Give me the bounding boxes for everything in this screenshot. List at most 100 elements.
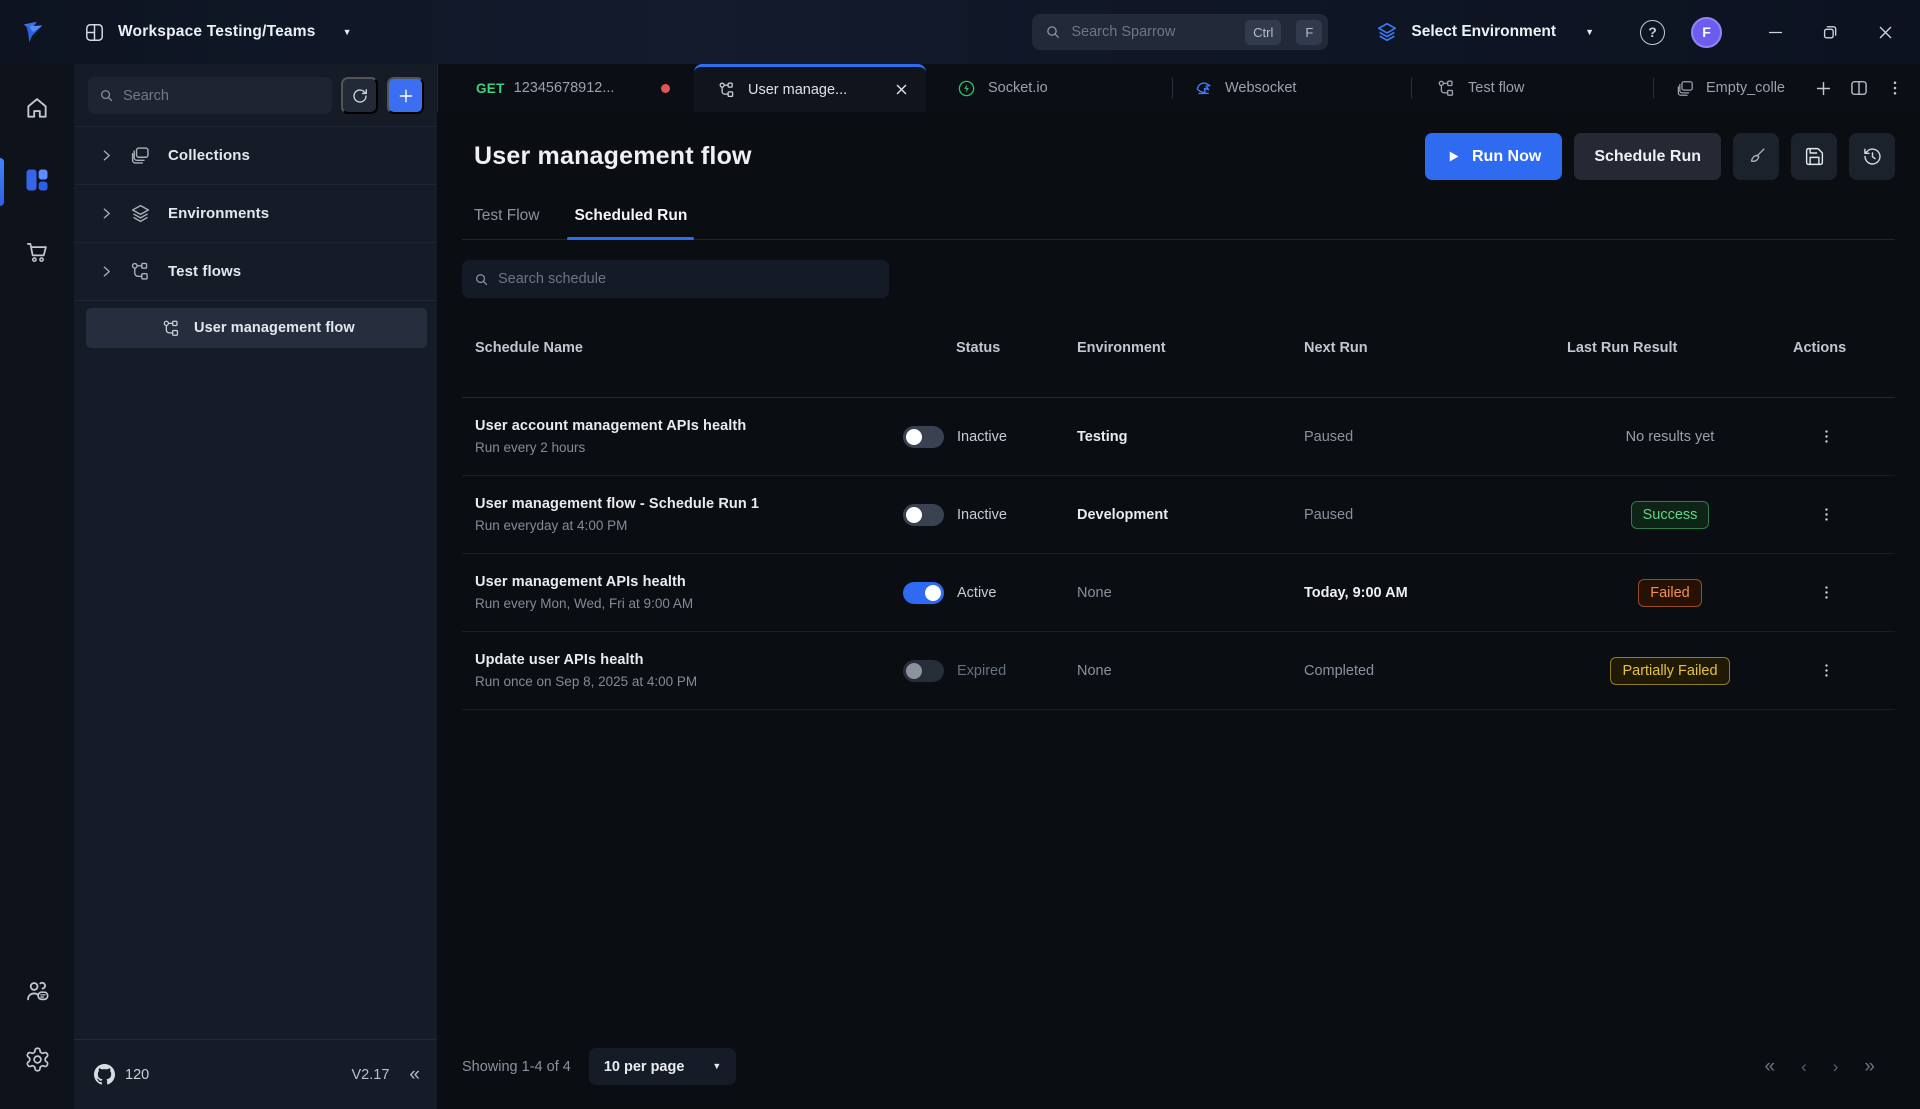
schedule-name: User management flow - Schedule Run 1 [475,496,760,512]
sidebar-item-environments[interactable]: Environments [74,185,437,243]
tab-close-button[interactable] [890,79,912,101]
chevron-right-icon [103,150,110,161]
schedule-recurrence: Run every Mon, Wed, Fri at 9:00 AM [475,596,694,611]
environment-selector-label: Select Environment [1411,23,1557,40]
tab-test-flow-view[interactable]: Test Flow [474,207,539,239]
row-actions-menu-button[interactable] [1813,502,1839,528]
tab-test-flow[interactable]: Test flow [1412,64,1653,112]
environment-value: Development [1077,506,1169,523]
workspace-selector[interactable]: Workspace Testing/Teams ▼ [84,22,351,43]
sidebar-search-input[interactable] [123,87,321,104]
plus-icon [399,89,412,102]
last-page-button[interactable]: » [1864,1057,1875,1076]
app-window: Workspace Testing/Teams ▼ Ctrl F [0,0,1920,1109]
previous-page-button[interactable]: ‹ [1801,1058,1807,1075]
sidebar-item-user-management-flow[interactable]: User management flow [86,308,427,348]
last-run-result: No results yet [1625,428,1715,445]
run-now-button[interactable]: Run Now [1424,133,1563,180]
sidebar-footer: 120 V2.17 « [74,1039,437,1109]
row-actions-menu-button[interactable] [1813,580,1839,606]
tab-scheduled-run-view[interactable]: Scheduled Run [567,207,695,240]
schedules-table: Schedule Name Status Environment Next Ru… [462,298,1895,710]
tab-socket-io[interactable]: Socket.io [926,64,1172,112]
global-search[interactable]: Ctrl F [1032,14,1329,50]
tab-websocket[interactable]: Websocket [1173,64,1411,112]
schedule-recurrence: Run once on Sep 8, 2025 at 4:00 PM [475,674,698,689]
help-button[interactable]: ? [1640,19,1665,45]
avatar-initial: F [1702,24,1711,40]
status-toggle[interactable] [903,581,944,604]
sidebar-item-label: Collections [168,147,250,164]
last-run-result-badge: Partially Failed [1610,656,1730,685]
save-button[interactable] [1791,133,1837,180]
tab-user-management-flow[interactable]: User manage... [694,64,926,112]
sidebar-search[interactable] [88,77,332,114]
status-toggle [903,659,944,682]
tab-label: Socket.io [988,80,1048,96]
kebab-menu-icon [1893,81,1897,95]
row-actions-menu-button[interactable] [1813,424,1839,450]
table-row: User management flow - Schedule Run 1 Ru… [462,476,1895,554]
next-page-button[interactable]: › [1833,1058,1839,1075]
last-run-result-badge: Success [1630,500,1710,529]
schedule-name: Update user APIs health [475,652,644,668]
window-restore-button[interactable] [1817,19,1843,45]
unsaved-indicator-dot [661,83,670,93]
column-header-status: Status [956,339,1001,356]
clear-flow-button[interactable] [1733,133,1779,180]
schedule-run-button[interactable]: Schedule Run [1574,133,1721,180]
column-header-last-run-result: Last Run Result [1567,339,1678,356]
sidebar-item-test-flows[interactable]: Test flows [74,243,437,301]
plus-icon [1816,81,1830,95]
column-header-actions: Actions [1793,339,1847,356]
column-header-environment: Environment [1077,339,1166,356]
per-page-select[interactable]: 10 per page ▼ [588,1048,737,1085]
topbar: Workspace Testing/Teams ▼ Ctrl F [0,0,1920,64]
tab-overflow-menu-button[interactable] [1882,75,1908,101]
github-icon[interactable] [94,1064,115,1085]
avatar[interactable]: F [1691,16,1722,48]
status-toggle[interactable] [903,425,944,448]
rail-workspace-button[interactable] [23,166,51,194]
environment-selector[interactable]: Select Environment ▼ [1376,21,1594,43]
sidebar-collapse-button[interactable]: « [409,1065,420,1084]
table-row: User account management APIs health Run … [462,398,1895,476]
window-close-button[interactable] [1872,19,1898,45]
rail-home-button[interactable] [23,94,51,122]
next-run-value: Paused [1304,506,1354,523]
per-page-value: 10 per page [603,1058,685,1075]
results-count: Showing 1-4 of 4 [462,1058,571,1075]
status-toggle[interactable] [903,503,944,526]
schedule-search[interactable] [462,260,889,298]
tab-empty-collection[interactable]: Empty_colle [1654,64,1808,112]
table-header: Schedule Name Status Environment Next Ru… [462,298,1895,398]
sidebar-item-label: User management flow [194,320,355,336]
window-minimize-button[interactable] [1762,19,1788,45]
environment-value: Testing [1077,428,1128,445]
github-star-count: 120 [125,1066,150,1083]
workspace-grid-icon [86,23,103,41]
rail-community-button[interactable] [23,977,51,1005]
new-tab-button[interactable] [1810,75,1836,101]
kebab-menu-icon [1824,586,1828,599]
tab-get-request[interactable]: GET 12345678912... [438,64,694,112]
refresh-button[interactable] [341,77,378,114]
run-now-label: Run Now [1471,147,1542,165]
search-icon [476,273,488,285]
rail-settings-button[interactable] [23,1045,51,1073]
schedule-search-input[interactable] [498,271,877,287]
collections-icon [131,147,149,164]
first-page-button[interactable]: « [1765,1057,1776,1076]
split-view-button[interactable] [1846,75,1872,101]
global-search-input[interactable] [1071,24,1236,40]
rail-marketplace-button[interactable] [23,238,51,266]
sidebar-item-collections[interactable]: Collections [74,127,437,185]
tab-label: User manage... [748,81,848,98]
kebab-menu-icon [1824,430,1828,443]
add-new-button[interactable] [387,77,424,114]
tab-label: Websocket [1225,80,1297,96]
main-content: User management flow Run Now Schedule Ru… [437,112,1920,1109]
history-button[interactable] [1849,133,1895,180]
row-actions-menu-button[interactable] [1813,658,1839,684]
tab-label: Empty_colle [1706,80,1785,96]
